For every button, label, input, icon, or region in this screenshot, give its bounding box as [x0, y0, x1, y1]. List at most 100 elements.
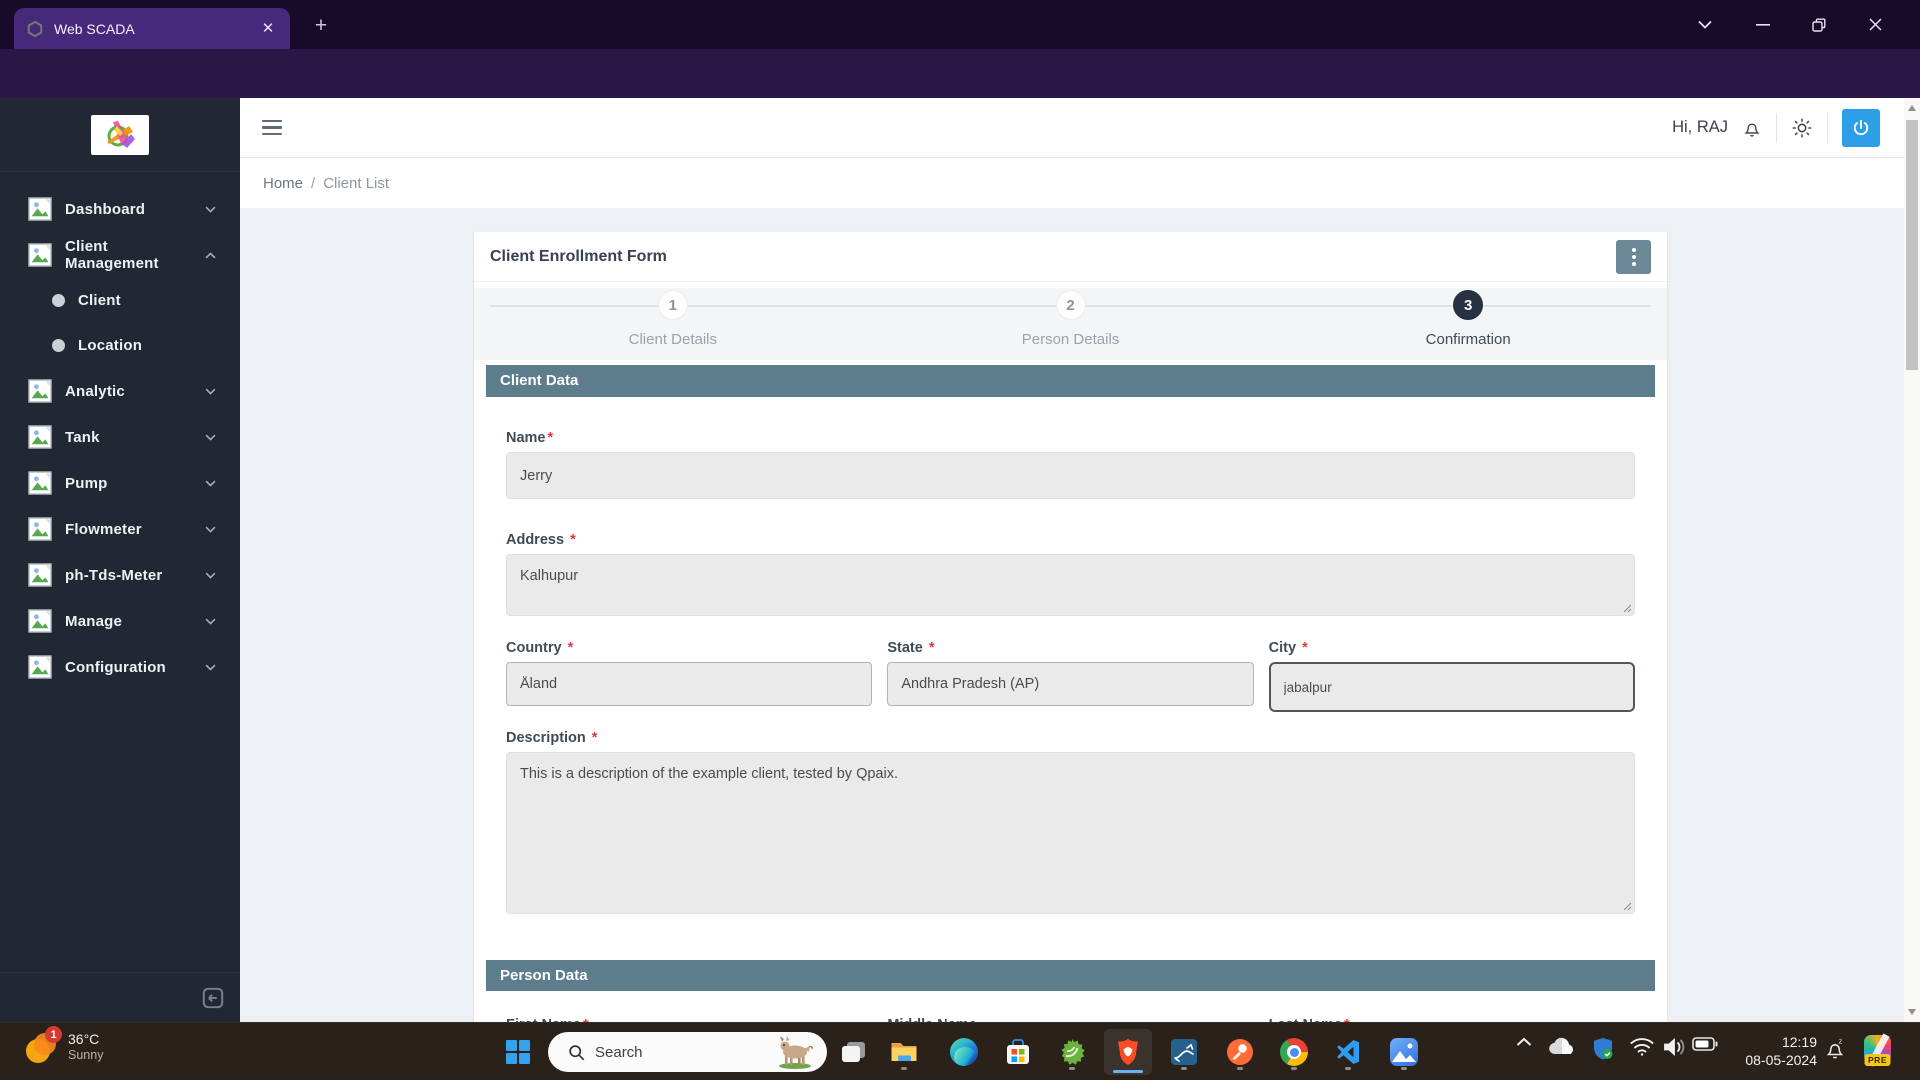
resize-grip-icon[interactable]: [1623, 604, 1632, 613]
vscode-icon[interactable]: [1328, 1032, 1368, 1072]
sidebar-item-configuration[interactable]: Configuration: [0, 644, 240, 690]
tab-favicon-hexagon-icon: [26, 20, 44, 38]
step-person-details[interactable]: 2 Person Details: [872, 288, 1270, 360]
mysql-workbench-icon[interactable]: [1164, 1032, 1204, 1072]
window-restore-button[interactable]: [1796, 0, 1842, 49]
image-placeholder-icon: [28, 609, 52, 633]
wizard-stepper: 1 Client Details 2 Person Details 3 Conf…: [474, 288, 1667, 360]
client-data-section-header: Client Data: [486, 365, 1655, 397]
person-data-section-header: Person Data: [486, 960, 1655, 991]
new-tab-button[interactable]: +: [308, 14, 334, 40]
file-explorer-icon[interactable]: [884, 1032, 924, 1072]
browser-tab[interactable]: Web SCADA ✕: [14, 8, 290, 49]
microsoft-store-icon[interactable]: [998, 1032, 1038, 1072]
weather-widget[interactable]: 1 36°C Sunny: [26, 1026, 103, 1063]
chevron-down-icon: [205, 618, 216, 625]
step-client-details[interactable]: 1 Client Details: [474, 288, 872, 360]
required-asterisk: *: [547, 430, 554, 446]
country-input[interactable]: [506, 662, 873, 706]
chevron-down-icon: [205, 480, 216, 487]
tray-show-hidden-icons-chevron[interactable]: [1516, 1037, 1532, 1047]
sidebar-item-client[interactable]: Client: [0, 278, 240, 323]
name-input[interactable]: [506, 452, 1635, 499]
donkey-search-highlight-icon: [773, 1035, 817, 1069]
search-icon: [568, 1044, 585, 1061]
sidebar-collapse-button[interactable]: [200, 985, 226, 1011]
volume-icon[interactable]: [1662, 1037, 1686, 1057]
clock-time: 12:19: [1781, 1034, 1817, 1050]
sidebar-item-label: ph-Tds-Meter: [65, 566, 163, 584]
image-placeholder-icon: [28, 425, 52, 449]
sidebar-item-location[interactable]: Location: [0, 323, 240, 368]
chrome-icon[interactable]: [1274, 1032, 1314, 1072]
state-input[interactable]: [887, 662, 1254, 706]
theme-toggle-sun-icon[interactable]: [1791, 117, 1813, 139]
country-label: Country *: [506, 640, 574, 656]
scrollbar-up-arrow[interactable]: [1908, 105, 1916, 111]
sidebar-item-manage[interactable]: Manage: [0, 598, 240, 644]
start-button[interactable]: [498, 1032, 538, 1072]
postman-icon[interactable]: [1220, 1032, 1260, 1072]
running-indicator: [1069, 1067, 1075, 1070]
card-options-kebab-button[interactable]: [1616, 239, 1651, 274]
windows-security-shield-icon[interactable]: [1592, 1037, 1614, 1061]
search-placeholder: Search: [595, 1043, 643, 1061]
logo-area: [0, 98, 240, 172]
wifi-icon[interactable]: [1630, 1037, 1654, 1056]
window-close-button[interactable]: [1852, 0, 1898, 49]
running-indicator: [1291, 1067, 1297, 1070]
task-view-icon[interactable]: [834, 1032, 874, 1072]
copilot-icon[interactable]: PRE: [1864, 1035, 1891, 1066]
do-not-disturb-bell-icon[interactable]: z: [1824, 1037, 1846, 1061]
sidebar-item-analytic[interactable]: Analytic: [0, 368, 240, 414]
image-placeholder-icon: [28, 197, 52, 221]
breadcrumb-home-link[interactable]: Home: [263, 175, 303, 192]
sidebar-item-label: Analytic: [65, 382, 125, 400]
sidebar-item-ph-tds-meter[interactable]: ph-Tds-Meter: [0, 552, 240, 598]
spring-tool-icon[interactable]: [1052, 1032, 1092, 1072]
breadcrumb-separator: /: [311, 174, 316, 192]
divider: [1776, 112, 1777, 143]
sidebar-item-label: Client Management: [65, 238, 159, 272]
sidebar-item-dashboard[interactable]: Dashboard: [0, 186, 240, 232]
sidebar-item-pump[interactable]: Pump: [0, 460, 240, 506]
city-input[interactable]: [1268, 662, 1635, 712]
required-asterisk: *: [567, 640, 574, 656]
svg-text:z: z: [1839, 1037, 1843, 1046]
tab-close-icon[interactable]: ✕: [258, 19, 278, 39]
logout-power-button[interactable]: [1842, 108, 1880, 147]
running-indicator: [901, 1067, 907, 1070]
page-scrollbar[interactable]: [1904, 98, 1920, 1022]
tab-search-chevron-icon[interactable]: [1682, 0, 1728, 49]
chevron-down-icon: [205, 434, 216, 441]
notifications-bell-icon[interactable]: [1742, 117, 1762, 139]
edge-icon[interactable]: [944, 1032, 984, 1072]
description-label: Description *: [506, 730, 598, 746]
sidebar-toggle-icon[interactable]: [262, 119, 282, 136]
onedrive-icon[interactable]: [1548, 1037, 1576, 1055]
country-field: Country *: [506, 616, 873, 712]
image-placeholder-icon: [28, 655, 52, 679]
sidebar-item-tank[interactable]: Tank: [0, 414, 240, 460]
brave-browser-icon-active[interactable]: [1104, 1029, 1152, 1075]
step-confirmation[interactable]: 3 Confirmation: [1269, 288, 1667, 360]
app-logo: [91, 114, 149, 155]
name-label: Name *: [506, 430, 554, 446]
sidebar-item-flowmeter[interactable]: Flowmeter: [0, 506, 240, 552]
chevron-down-icon: [205, 664, 216, 671]
scrollbar-thumb[interactable]: [1906, 120, 1918, 370]
scrollbar-down-arrow[interactable]: [1908, 1009, 1916, 1015]
chevron-up-icon: [205, 251, 216, 259]
battery-icon[interactable]: [1692, 1037, 1718, 1051]
description-textarea[interactable]: This is a description of the example cli…: [506, 752, 1635, 914]
sidebar-item-label: Configuration: [65, 658, 166, 676]
sidebar-item-client-management[interactable]: Client Management: [0, 232, 240, 278]
sidebar-footer: [0, 972, 240, 1022]
resize-grip-icon[interactable]: [1623, 902, 1632, 911]
window-minimize-button[interactable]: [1740, 0, 1786, 49]
app-sidebar: Dashboard Client Management Client Locat…: [0, 98, 240, 1022]
taskbar-search-box[interactable]: Search: [548, 1032, 827, 1072]
photos-icon[interactable]: [1384, 1032, 1424, 1072]
address-textarea[interactable]: Kalhupur: [506, 554, 1635, 616]
clock-widget[interactable]: 12:19 08-05-2024: [1735, 1033, 1817, 1069]
